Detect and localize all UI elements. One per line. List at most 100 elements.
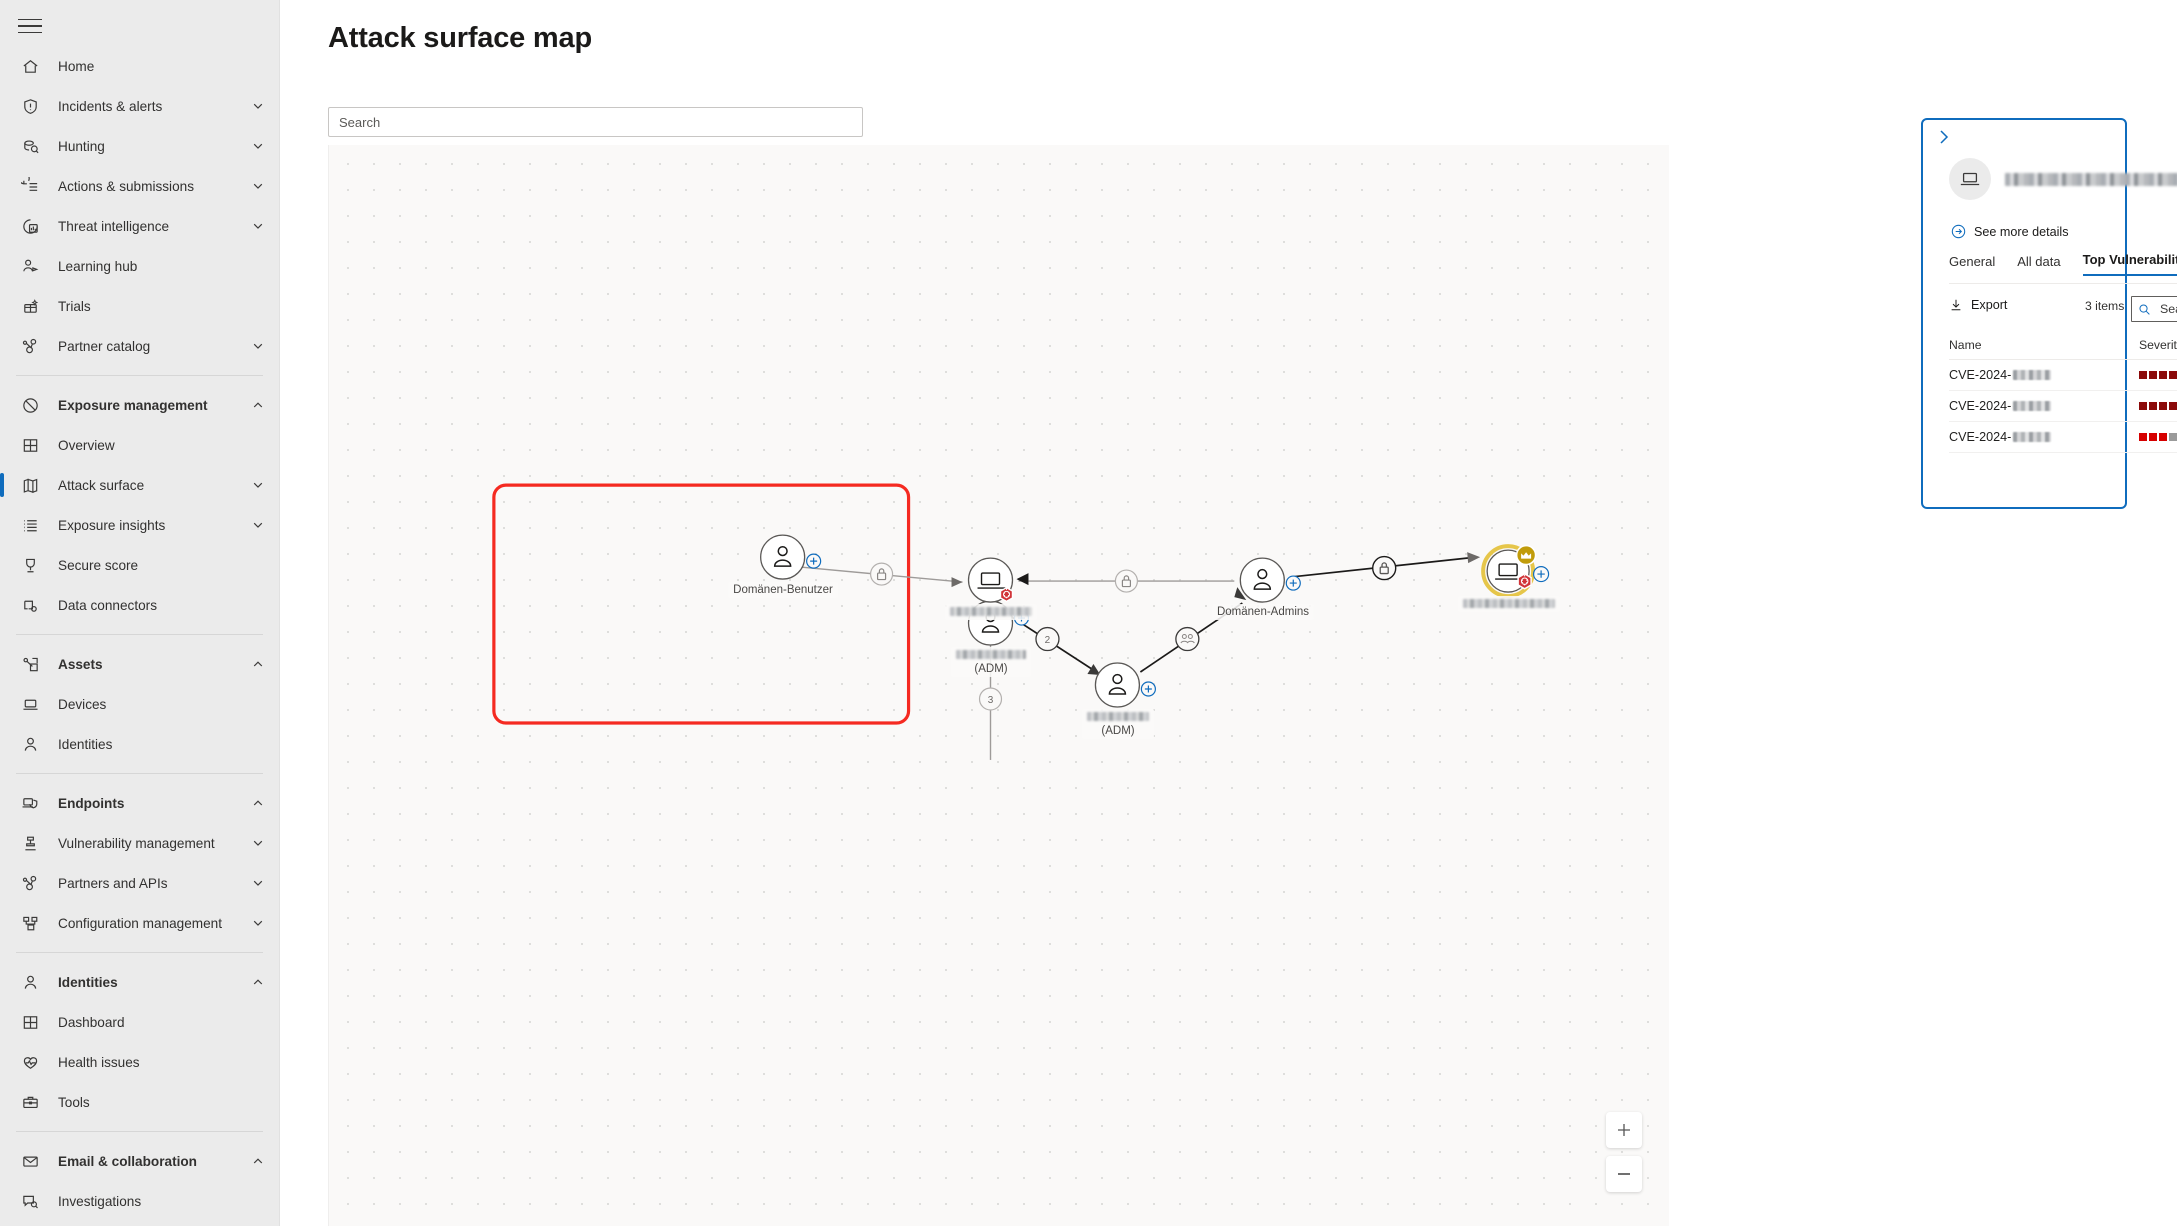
chevron-down-icon[interactable] [251,179,265,193]
expand-node-icon[interactable] [1013,610,1030,626]
chevron-down-icon[interactable] [251,219,265,233]
sidebar-item-partner-catalog[interactable]: Partner catalog [0,326,279,366]
sidebar-item-vulnerability-management[interactable]: Vulnerability management [0,823,279,863]
sidebar-item-investigations[interactable]: Investigations [0,1181,279,1221]
edge-badge-lock[interactable] [869,562,894,586]
chevron-down-icon[interactable] [251,876,265,890]
expand-node-icon[interactable] [1285,575,1301,591]
graph-node-identity[interactable] [760,534,806,580]
export-button[interactable]: Export [1949,298,2007,312]
sidebar-item-devices[interactable]: Devices [0,684,279,724]
table-row[interactable]: CVE-2024- Critical [1949,391,2177,422]
partners-api-icon [22,875,36,890]
graph-node-identity[interactable] [967,600,1014,646]
chevron-down-icon[interactable] [251,916,265,930]
sidebar-item-endpoints[interactable]: Endpoints [0,783,279,823]
chevron-up-icon[interactable] [251,398,265,412]
device-icon [18,694,42,714]
table-row[interactable]: CVE-2024- High [1949,422,2177,453]
graph-node-identity[interactable] [1094,662,1141,708]
sidebar-item-home[interactable]: Home [0,46,279,86]
tools-icon [22,1096,38,1108]
chevron-down-icon[interactable] [251,99,265,113]
edge-badge-lock[interactable] [1114,569,1138,593]
chevron-down-icon[interactable] [251,478,265,492]
sidebar-item-dashboard[interactable]: Dashboard [0,1002,279,1042]
partners-api-icon [18,873,42,893]
tab-general[interactable]: General [1949,254,1995,276]
graph-svg: 3 2 [492,483,1550,760]
critical-asset-crown-icon[interactable] [1515,544,1537,566]
sidebar-item-explorer[interactable]: Explorer [0,1221,279,1226]
zoom-out-button[interactable] [1606,1156,1642,1192]
expand-node-icon[interactable] [1533,565,1550,583]
sidebar-item-actions-submissions[interactable]: Actions & submissions [0,166,279,206]
sidebar-item-partners-and-apis[interactable]: Partners and APIs [0,863,279,903]
graph-node-identity[interactable] [1239,557,1285,603]
vulnerability-icon [24,836,36,850]
hamburger-icon[interactable] [18,14,46,38]
chevron-up-icon[interactable] [251,1154,265,1168]
zoom-in-button[interactable] [1606,1112,1642,1148]
sidebar-item-incidents-alerts[interactable]: Incidents & alerts [0,86,279,126]
sidebar-item-label: Partner catalog [58,338,151,354]
chevron-down-icon[interactable] [251,339,265,353]
edge-badge-count[interactable]: 3 [978,687,1003,711]
sidebar-item-health-issues[interactable]: Health issues [0,1042,279,1082]
sidebar-item-exposure-insights[interactable]: Exposure insights [0,505,279,545]
device-avatar-icon [1949,158,1991,200]
endpoints-icon [18,793,42,813]
table-row[interactable]: CVE-2024- Critical [1949,360,2177,391]
shield-alert-icon [23,98,37,114]
sidebar-item-secure-score[interactable]: Secure score [0,545,279,585]
chevron-up-icon[interactable] [251,975,265,989]
attack-surface-graph-canvas[interactable]: 3 2 (ADM) Domänen-Benutzer (ADM) Domänen… [328,145,1669,1226]
chevron-up-icon[interactable] [251,657,265,671]
cell-severity: Critical [2139,399,2177,413]
redacted-text [2013,370,2052,380]
sidebar-item-exposure-management[interactable]: Exposure management [0,385,279,425]
chevron-down-icon[interactable] [251,518,265,532]
expand-node-icon[interactable] [806,553,822,569]
cell-name: CVE-2024- [1949,399,2139,413]
expand-node-icon[interactable] [1140,681,1156,697]
sidebar-item-identities[interactable]: Identities [0,962,279,1002]
sidebar-item-label: Health issues [58,1054,140,1070]
chevron-right-icon[interactable] [1935,128,1953,146]
redacted-text [2013,432,2052,442]
learning-hub-icon [22,259,38,272]
edge-badge-count[interactable]: 2 [1035,626,1060,652]
search-input[interactable] [328,107,863,137]
sidebar-item-identities[interactable]: Identities [0,724,279,764]
chevron-up-icon[interactable] [251,796,265,810]
cell-name: CVE-2024- [1949,368,2139,382]
tab-top-vulnerabilities[interactable]: Top Vulnerabilities [2082,252,2177,276]
sidebar-item-configuration-management[interactable]: Configuration management [0,903,279,943]
column-header-severity[interactable]: Severity [2139,338,2177,352]
sidebar-item-overview[interactable]: Overview [0,425,279,465]
critical-risk-icon[interactable] [999,586,1014,603]
sidebar-item-hunting[interactable]: Hunting [0,126,279,166]
panel-search-box[interactable] [2131,296,2177,322]
column-header-name[interactable]: Name [1949,338,2139,352]
edge-badge-lock[interactable] [1372,555,1397,581]
critical-risk-icon[interactable] [1517,573,1532,590]
edge-badge-group[interactable] [1175,626,1200,652]
mail-icon [22,1156,38,1167]
sidebar-item-learning-hub[interactable]: Learning hub [0,246,279,286]
sidebar-item-threat-intelligence[interactable]: Threat intelligence [0,206,279,246]
sidebar-item-label: Threat intelligence [58,218,170,234]
sidebar-item-email-collaboration[interactable]: Email & collaboration [0,1141,279,1181]
sidebar-item-tools[interactable]: Tools [0,1082,279,1122]
sidebar-item-label: Hunting [58,138,105,154]
sidebar-item-label: Attack surface [58,477,145,493]
sidebar-item-assets[interactable]: Assets [0,644,279,684]
sidebar-item-data-connectors[interactable]: Data connectors [0,585,279,625]
chevron-down-icon[interactable] [251,139,265,153]
chevron-down-icon[interactable] [251,836,265,850]
tab-all-data[interactable]: All data [2017,254,2060,276]
sidebar-item-attack-surface[interactable]: Attack surface [0,465,279,505]
sidebar-item-trials[interactable]: Trials [0,286,279,326]
panel-search-input[interactable] [2158,301,2177,317]
see-more-details-link[interactable]: See more details [1951,224,2069,239]
